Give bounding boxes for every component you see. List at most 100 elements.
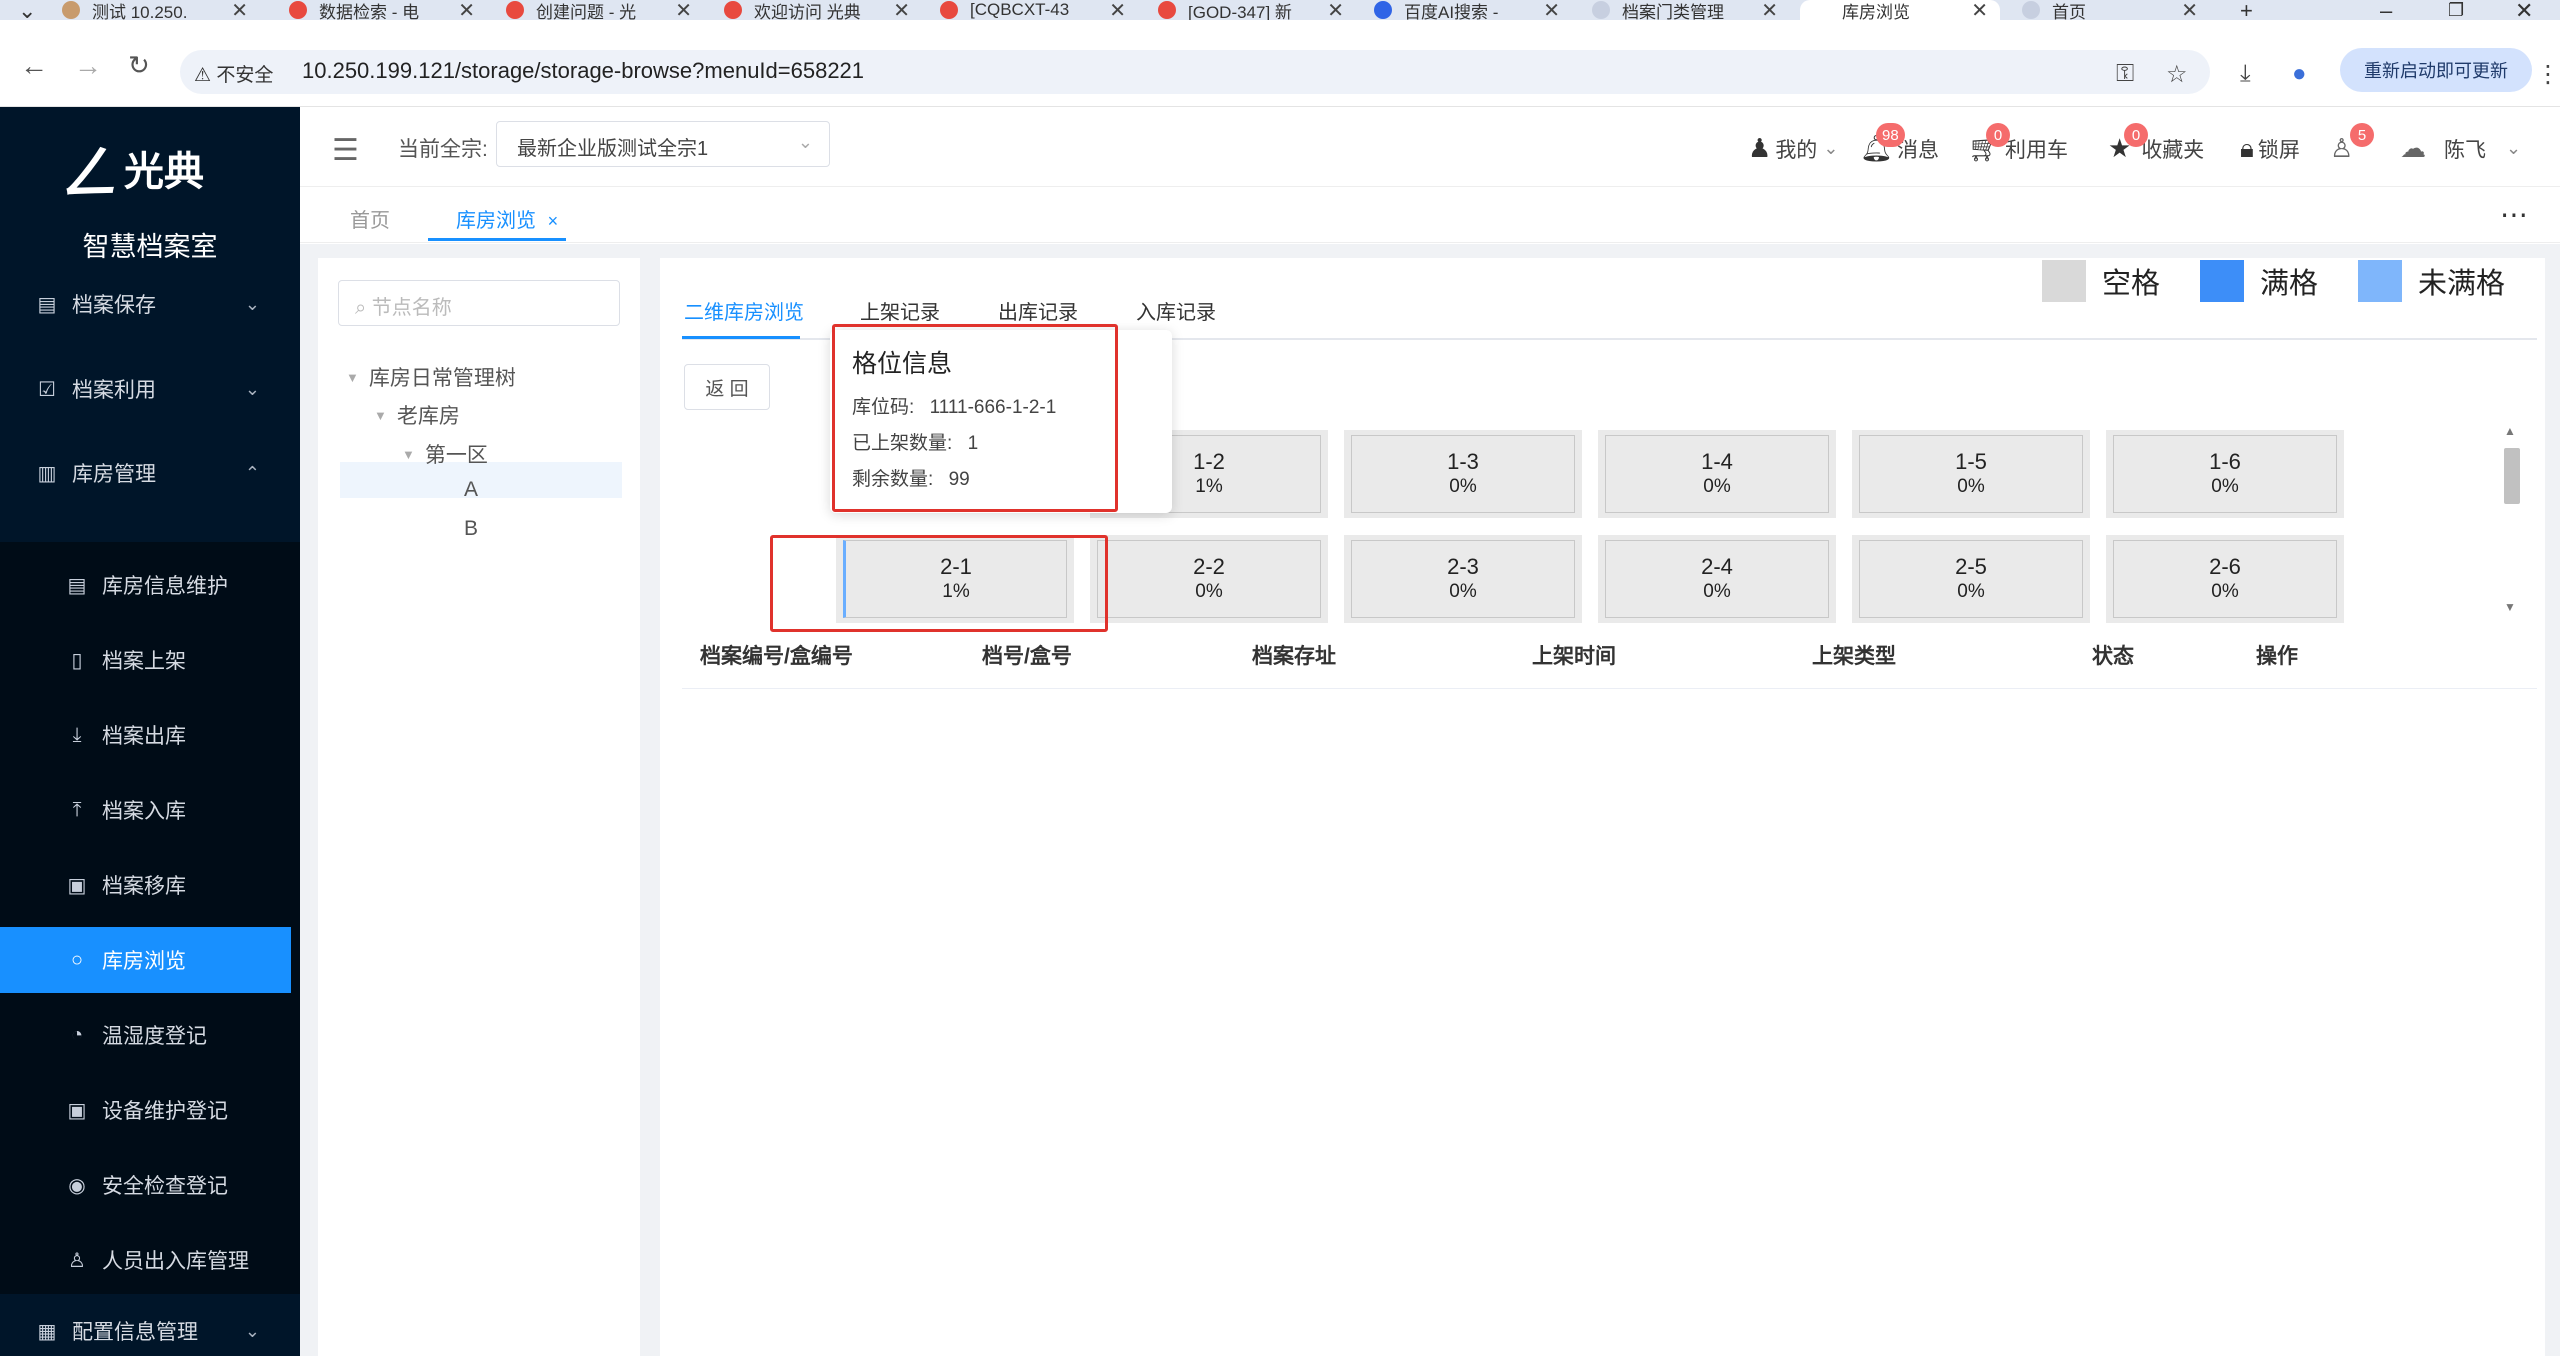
- sidebar-subitem-4[interactable]: ▣ 档案移库: [0, 852, 300, 918]
- tab-close-icon[interactable]: ✕: [1761, 0, 1778, 20]
- subtab-3[interactable]: 入库记录: [1136, 296, 1216, 325]
- cart-button[interactable]: 🛒︎ 0 利用车: [1968, 123, 2069, 164]
- tree-node[interactable]: A: [454, 478, 478, 502]
- storage-cell[interactable]: 1-6 0%: [2106, 430, 2344, 518]
- table-header-cell[interactable]: 上架时间: [1532, 640, 1616, 670]
- quanzong-select[interactable]: 最新企业版测试全宗1 ⌄: [496, 121, 830, 167]
- url-text[interactable]: 10.250.199.121/storage/storage-browse?me…: [302, 58, 864, 84]
- tab-close-icon[interactable]: ✕: [1327, 0, 1344, 20]
- sidebar-subitem-label: 库房浏览: [102, 950, 186, 973]
- storage-cell[interactable]: 2-6 0%: [2106, 535, 2344, 623]
- user-profile-menu[interactable]: ☁ 陈飞 ⌄: [2400, 133, 2521, 164]
- expand-toggle-icon[interactable]: ▼: [402, 447, 415, 462]
- tree-node[interactable]: ▼ 库房日常管理树: [346, 362, 516, 392]
- menu-toggle-icon[interactable]: ☰: [332, 133, 359, 168]
- table-header-cell[interactable]: 档案编号/盒编号: [700, 640, 853, 670]
- browser-tab[interactable]: 库房浏览 ✕: [1800, 0, 2000, 20]
- subtab-1[interactable]: 上架记录: [860, 296, 940, 325]
- storage-cell[interactable]: 2-4 0%: [1598, 535, 1836, 623]
- browser-tab[interactable]: 创建问题 - 光 ✕: [494, 0, 704, 20]
- storage-cell[interactable]: 2-5 0%: [1852, 535, 2090, 623]
- browser-tab[interactable]: [CQBCXT-43 ✕: [928, 0, 1138, 20]
- sidebar-subitem-9[interactable]: ♙ 人员出入库管理: [0, 1227, 300, 1293]
- sidebar-item-2[interactable]: ▥ 库房管理 ⌃: [0, 444, 300, 502]
- tree-node[interactable]: ▼ 老库房: [374, 400, 460, 430]
- browser-tab[interactable]: 欢迎访问 光典 ✕: [712, 0, 922, 20]
- expand-toggle-icon[interactable]: ▼: [346, 370, 359, 385]
- tab-close-icon[interactable]: ✕: [1109, 0, 1126, 20]
- tab-close-icon[interactable]: ✕: [458, 0, 475, 20]
- table-header-cell[interactable]: 状态: [2092, 640, 2134, 670]
- tab-home[interactable]: 首页: [350, 204, 390, 233]
- table-header-cell[interactable]: 上架类型: [1812, 640, 1896, 670]
- sidebar-subitem-7[interactable]: ▣ 设备维护登记: [0, 1077, 300, 1143]
- sidebar-subitem-2[interactable]: ⤓ 档案出库: [0, 702, 300, 768]
- lock-screen-button[interactable]: 🔒︎ 锁屏: [2240, 133, 2300, 165]
- browser-tab-title: 库房浏览: [1842, 2, 1910, 21]
- browser-tab[interactable]: 测试 10.250. ✕: [50, 0, 260, 20]
- tab-close-icon[interactable]: ✕: [231, 0, 248, 20]
- bookmark-star-icon[interactable]: ☆: [2166, 60, 2188, 89]
- sidebar-subitem-6[interactable]: ◔ 温湿度登记: [0, 1002, 300, 1068]
- table-header-cell[interactable]: 操作: [2256, 640, 2298, 670]
- browser-tab[interactable]: 档案门类管理 ✕: [1580, 0, 1790, 20]
- browser-tab-title: 数据检索 - 电: [319, 2, 420, 21]
- grid-scrollbar[interactable]: ▲ ▼: [2500, 424, 2524, 614]
- messages-button[interactable]: 🔔︎ 98 消息: [1860, 123, 1939, 164]
- sidebar-subitem-5[interactable]: ○ 库房浏览: [0, 927, 291, 993]
- subtab-2[interactable]: 出库记录: [998, 296, 1078, 325]
- scroll-up-icon[interactable]: ▲: [2504, 424, 2516, 438]
- tab-close-icon[interactable]: ✕: [1971, 0, 1988, 20]
- reload-icon[interactable]: ↻: [128, 50, 150, 81]
- mine-menu[interactable]: ♟ 我的 ⌄: [1748, 133, 1838, 164]
- browser-tab[interactable]: [GOD-347] 新 ✕: [1146, 0, 1356, 20]
- tab-storage-browse[interactable]: 库房浏览 ×: [456, 204, 558, 233]
- tree-node[interactable]: B: [454, 517, 478, 541]
- storage-cell[interactable]: 1-4 0%: [1598, 430, 1836, 518]
- sidebar-item-config[interactable]: ▦ 配置信息管理 ⌄: [0, 1306, 300, 1356]
- sidebar-subitem-8[interactable]: ◉ 安全检查登记: [0, 1152, 300, 1218]
- storage-cell[interactable]: 2-3 0%: [1344, 535, 1582, 623]
- legend-label: 满格: [2260, 268, 2319, 300]
- tree-node[interactable]: ▼ 第一区: [402, 439, 488, 469]
- sidebar-subitem-1[interactable]: ▯ 档案上架: [0, 627, 300, 693]
- security-indicator[interactable]: ⚠ 不安全: [194, 60, 273, 87]
- profile-icon[interactable]: ●: [2292, 60, 2307, 88]
- restore-icon[interactable]: ❐: [2448, 0, 2464, 21]
- tab-close-icon[interactable]: ✕: [1543, 0, 1560, 20]
- scrollbar-thumb[interactable]: [2504, 448, 2520, 504]
- cart-label: 利用车: [2005, 138, 2069, 162]
- expand-toggle-icon[interactable]: ▼: [374, 408, 387, 423]
- back-arrow-icon[interactable]: ←: [20, 50, 48, 82]
- browser-tab-title: 测试 10.250.: [92, 2, 188, 21]
- storage-cell[interactable]: 2-2 0%: [1090, 535, 1328, 623]
- forward-arrow-icon[interactable]: →: [74, 50, 102, 82]
- password-key-icon[interactable]: ⚿: [2116, 60, 2134, 88]
- storage-cell[interactable]: 1-3 0%: [1344, 430, 1582, 518]
- scroll-down-icon[interactable]: ▼: [2504, 600, 2516, 614]
- address-bar[interactable]: ⚠ 不安全 10.250.199.121/storage/storage-bro…: [180, 50, 2210, 94]
- sidebar-subitem-3[interactable]: ⤒ 档案入库: [0, 777, 300, 843]
- user-group-button[interactable]: ♙ 5: [2330, 123, 2374, 164]
- browser-tab[interactable]: 数据检索 - 电 ✕: [277, 0, 487, 20]
- sidebar-item-0[interactable]: ▤ 档案保存 ⌄: [0, 275, 300, 333]
- table-header-cell[interactable]: 档案存址: [1252, 640, 1336, 670]
- browser-tab[interactable]: 百度AI搜索 - ✕: [1362, 0, 1572, 20]
- tab-close-icon[interactable]: ✕: [2181, 0, 2198, 20]
- browser-tab[interactable]: 首页 ✕: [2010, 0, 2210, 20]
- download-icon[interactable]: ⤓: [2240, 60, 2251, 88]
- more-icon[interactable]: ⋯: [2500, 198, 2528, 231]
- favorites-button[interactable]: ★ 0 收藏夹: [2108, 123, 2204, 164]
- node-search-input[interactable]: ⌕ 节点名称: [338, 280, 620, 326]
- storage-cell[interactable]: 1-5 0%: [1852, 430, 2090, 518]
- subtab-0[interactable]: 二维库房浏览: [684, 296, 804, 325]
- sidebar-item-1[interactable]: ☑ 档案利用 ⌄: [0, 360, 300, 418]
- close-icon[interactable]: ×: [548, 211, 559, 231]
- back-button[interactable]: 返 回: [684, 364, 770, 410]
- restart-update-button[interactable]: 重新启动即可更新: [2340, 48, 2532, 92]
- tab-close-icon[interactable]: ✕: [893, 0, 910, 20]
- table-header-cell[interactable]: 档号/盒号: [982, 640, 1072, 670]
- browser-menu-icon[interactable]: ⋮: [2536, 60, 2560, 89]
- sidebar-subitem-0[interactable]: ▤ 库房信息维护: [0, 552, 300, 618]
- tab-close-icon[interactable]: ✕: [675, 0, 692, 20]
